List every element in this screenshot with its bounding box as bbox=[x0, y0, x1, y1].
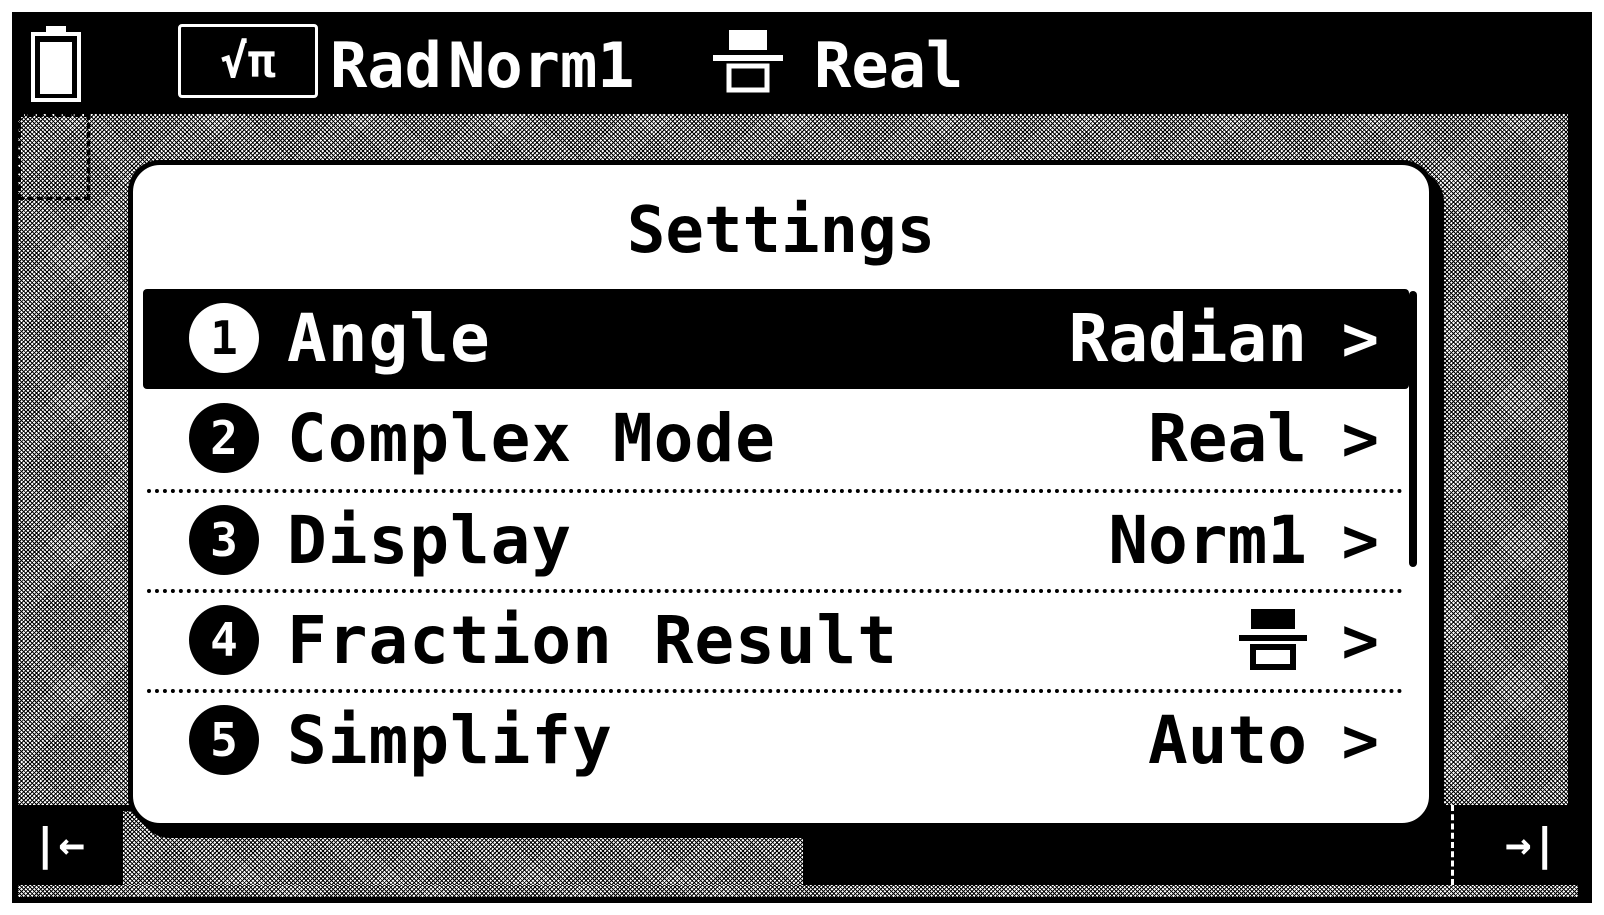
item-number-badge: 1 bbox=[189, 303, 259, 373]
settings-item-simplify[interactable]: 5 Simplify Auto > bbox=[143, 691, 1409, 791]
status-bar: √π Rad Norm1 Real bbox=[18, 18, 1586, 108]
angle-indicator: Rad bbox=[330, 29, 442, 102]
item-label: Display bbox=[287, 502, 573, 579]
item-value: Radian bbox=[1068, 300, 1307, 377]
item-number-badge: 5 bbox=[189, 705, 259, 775]
chevron-right-icon: > bbox=[1341, 504, 1379, 577]
item-label: Angle bbox=[287, 300, 491, 377]
settings-item-angle[interactable]: 1 Angle Radian > bbox=[143, 289, 1409, 389]
fraction-result-icon bbox=[1239, 609, 1307, 670]
chevron-right-icon: > bbox=[1341, 302, 1379, 375]
chevron-right-icon: > bbox=[1341, 704, 1379, 777]
item-label: Simplify bbox=[287, 702, 613, 779]
item-value: Real bbox=[1148, 400, 1307, 477]
item-label: Fraction Result bbox=[287, 602, 899, 679]
item-number-badge: 4 bbox=[189, 605, 259, 675]
settings-item-complex-mode[interactable]: 2 Complex Mode Real > bbox=[143, 389, 1409, 489]
display-indicator: Norm1 bbox=[448, 29, 635, 102]
nav-next-icon[interactable]: →| bbox=[1505, 815, 1558, 875]
chevron-right-icon: > bbox=[1341, 604, 1379, 677]
dialog-scrollbar[interactable] bbox=[1409, 291, 1417, 567]
complex-indicator: Real bbox=[814, 29, 964, 102]
settings-dialog: Settings 1 Angle Radian > 2 Complex Mode… bbox=[128, 160, 1434, 828]
cursor-placeholder bbox=[18, 114, 90, 200]
nav-prev-icon[interactable]: |← bbox=[32, 815, 85, 875]
bottom-divider bbox=[1451, 805, 1454, 885]
background-scroll-edge bbox=[1568, 114, 1578, 814]
math-mode-indicator: √π bbox=[178, 24, 318, 98]
battery-icon bbox=[31, 26, 81, 102]
item-value: Norm1 bbox=[1108, 502, 1307, 579]
item-number-badge: 3 bbox=[189, 505, 259, 575]
settings-item-display[interactable]: 3 Display Norm1 > bbox=[143, 491, 1409, 591]
settings-item-fraction-result[interactable]: 4 Fraction Result > bbox=[143, 591, 1409, 691]
item-value: Auto bbox=[1148, 702, 1307, 779]
chevron-right-icon: > bbox=[1341, 402, 1379, 475]
fraction-result-icon bbox=[713, 30, 783, 93]
item-label: Complex Mode bbox=[287, 400, 776, 477]
item-number-badge: 2 bbox=[189, 403, 259, 473]
dialog-title: Settings bbox=[626, 194, 936, 268]
